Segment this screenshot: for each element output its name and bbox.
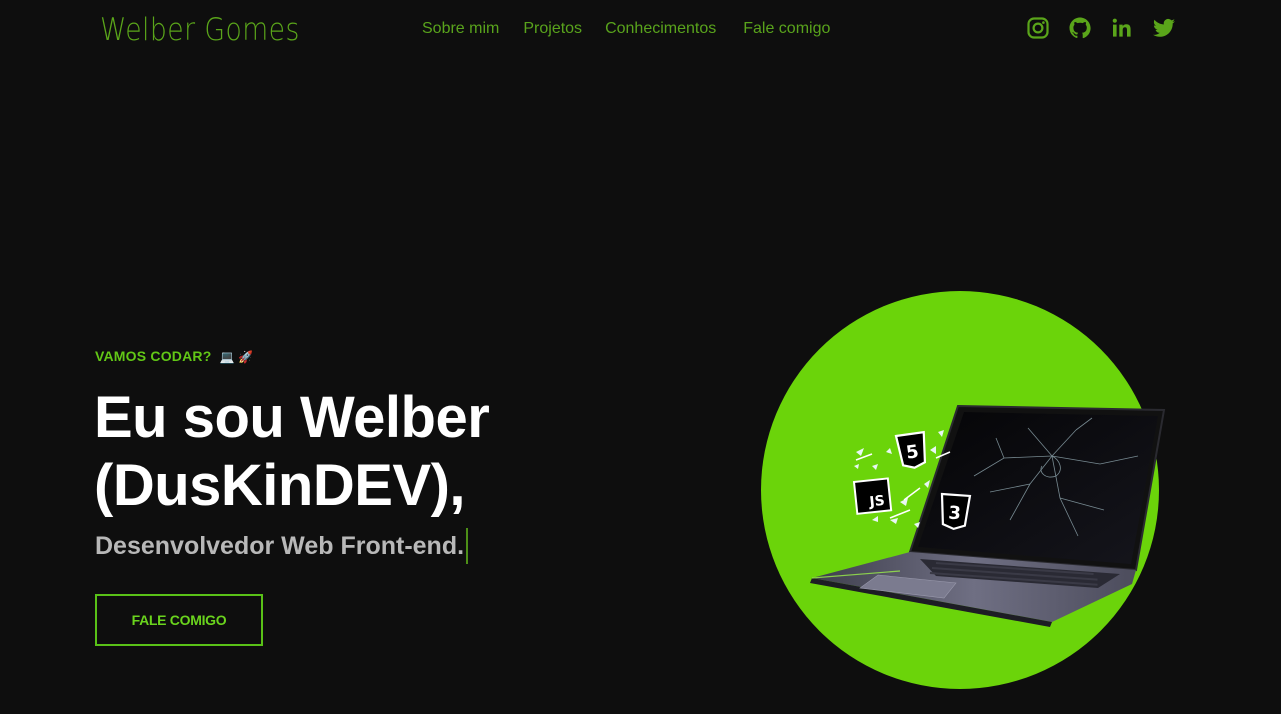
hero-subtitle: Desenvolvedor Web Front-end. xyxy=(95,528,468,564)
nav-fale-comigo[interactable]: Fale comigo xyxy=(743,18,830,40)
hero-illustration: 5 JS 3 xyxy=(761,291,1166,689)
headline-line-1: Eu sou Welber xyxy=(94,385,490,450)
linkedin-icon[interactable] xyxy=(1110,16,1134,40)
hero-eyebrow: VAMOS CODAR? 💻 🚀 xyxy=(95,346,253,367)
github-icon[interactable] xyxy=(1068,16,1092,40)
css3-badge: 3 xyxy=(940,492,972,531)
subtitle-text: Desenvolvedor Web Front-end. xyxy=(95,532,465,560)
twitter-icon[interactable] xyxy=(1152,16,1176,40)
page: Welber Gomes Sobre mim Projetos Conhecim… xyxy=(0,0,1281,714)
css3-badge-label: 3 xyxy=(948,503,962,525)
hero-headline: Eu sou Welber (DusKinDEV), xyxy=(94,384,490,520)
typing-caret xyxy=(466,528,468,564)
main-nav: Sobre mim Projetos Conhecimentos Fale co… xyxy=(422,18,830,40)
nav-sobre-mim[interactable]: Sobre mim xyxy=(422,18,499,40)
eyebrow-emoji: 💻 🚀 xyxy=(219,350,254,364)
nav-conhecimentos[interactable]: Conhecimentos xyxy=(605,18,716,40)
eyebrow-text: VAMOS CODAR? xyxy=(95,348,212,364)
nav-projetos[interactable]: Projetos xyxy=(523,18,582,40)
brand-logo[interactable]: Welber Gomes xyxy=(100,10,300,50)
fale-comigo-button[interactable]: FALE COMIGO xyxy=(95,594,263,646)
instagram-icon[interactable] xyxy=(1026,16,1050,40)
js-badge-label: JS xyxy=(868,493,886,511)
headline-line-2: (DusKinDEV), xyxy=(94,453,466,518)
js-badge: JS xyxy=(852,477,893,515)
social-links xyxy=(1026,16,1176,40)
